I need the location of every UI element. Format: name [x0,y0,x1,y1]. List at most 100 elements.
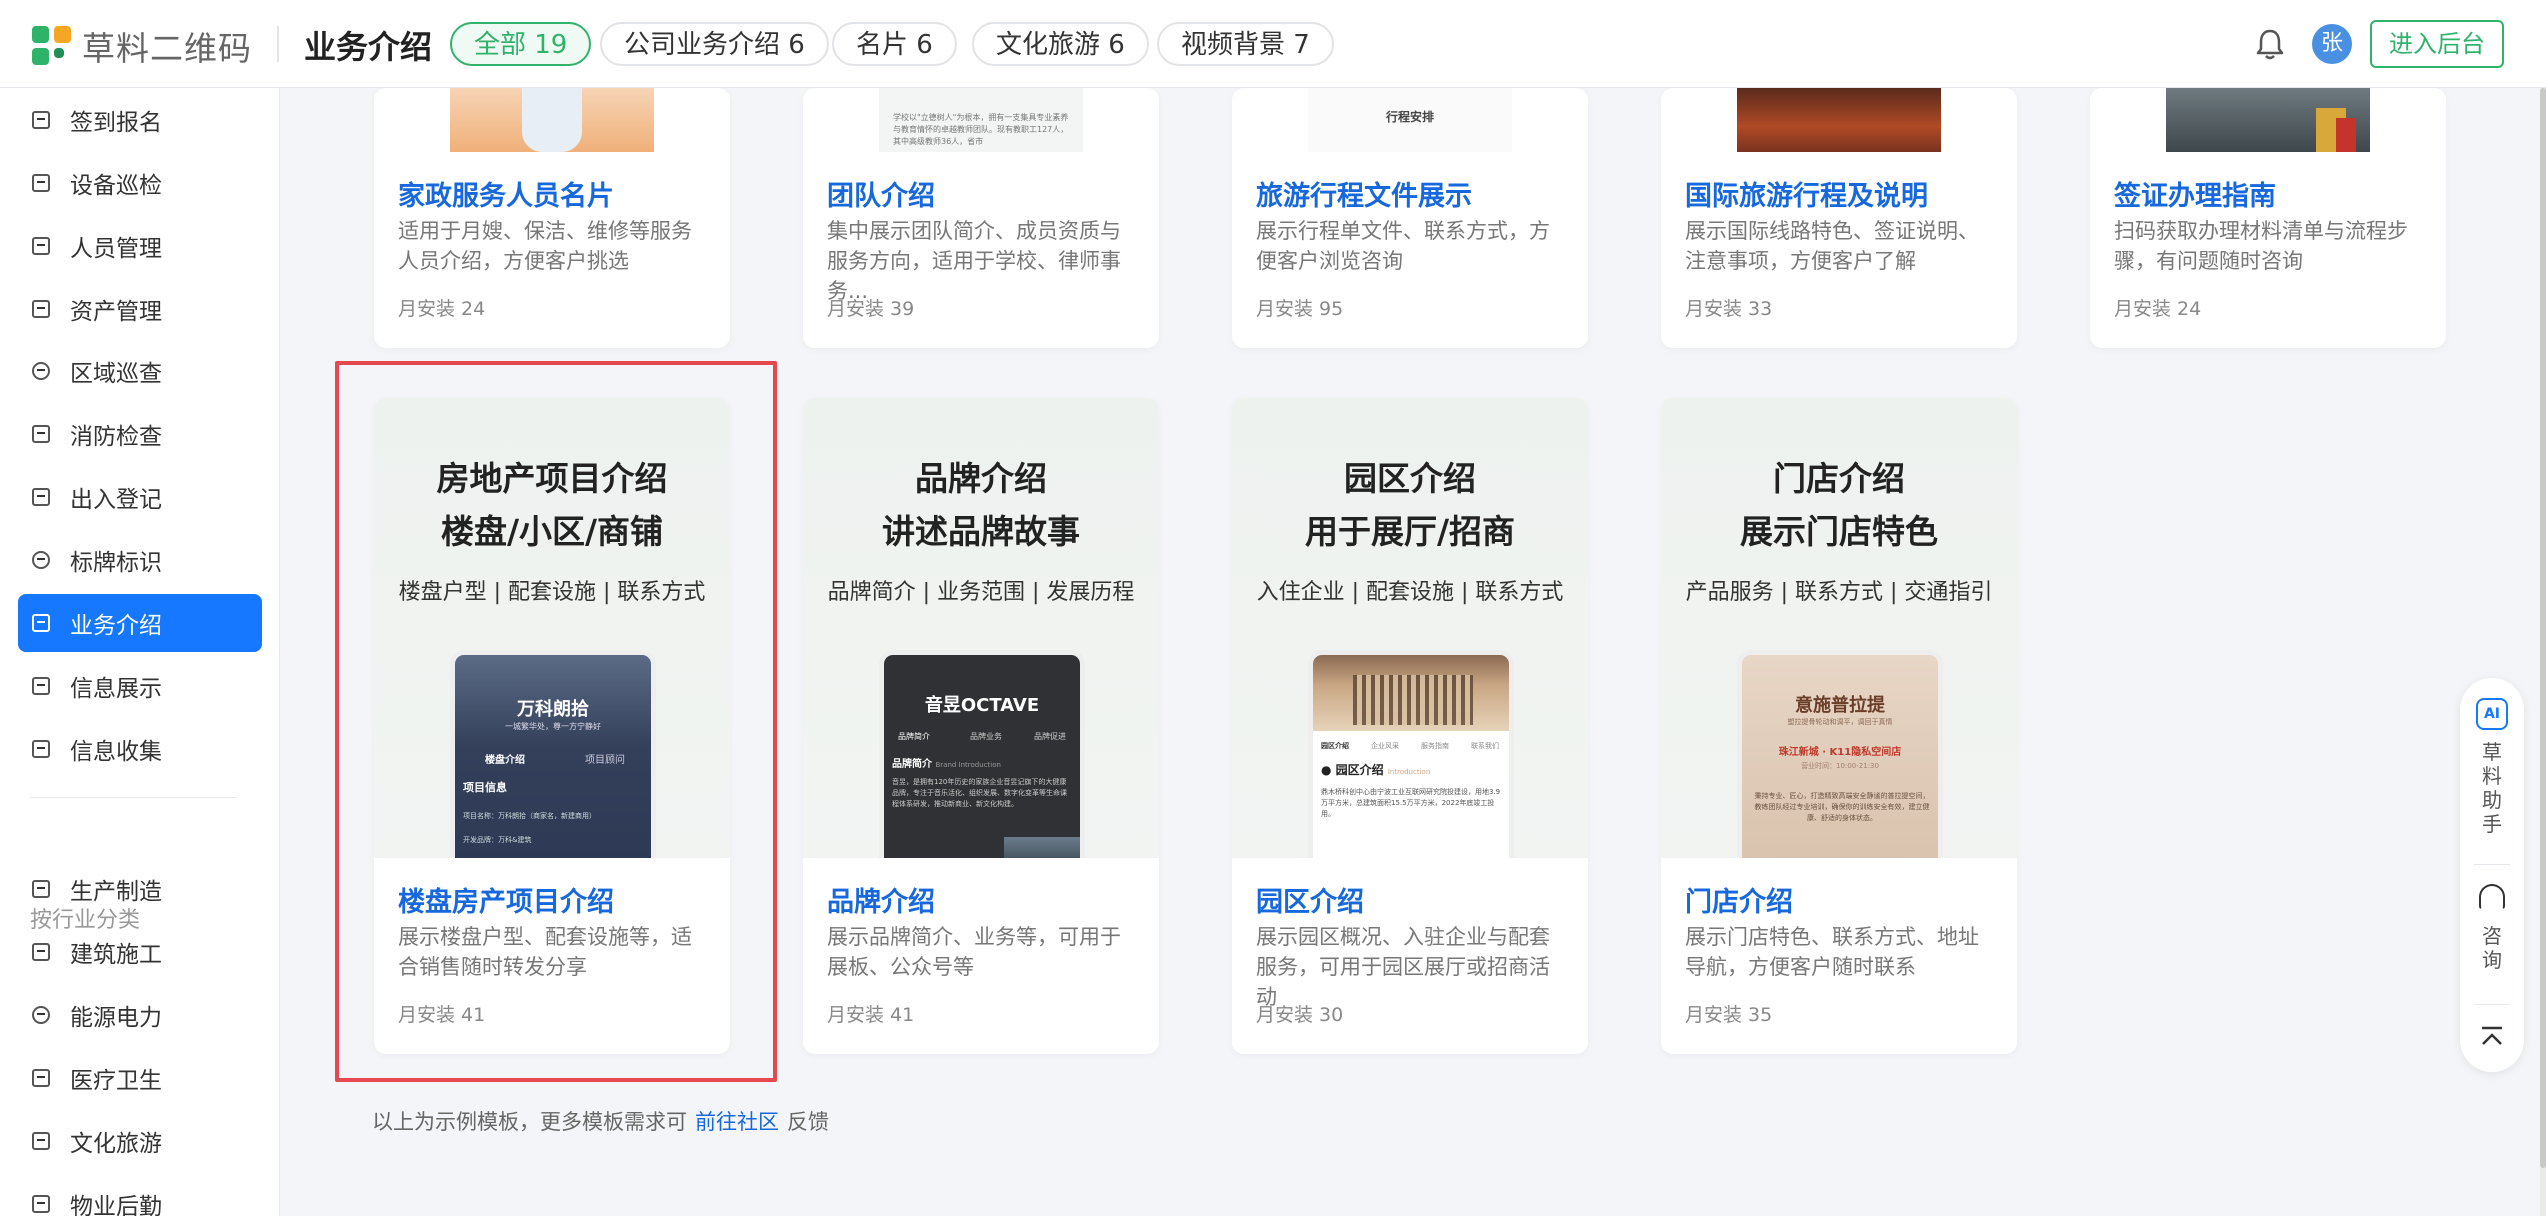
phone-tab: 服务指南 [1421,742,1449,750]
card-footer: 园区介绍 展示园区概况、入驻企业与配套服务，可用于园区展厅或招商活动 月安装 3… [1232,858,1588,1054]
community-link[interactable]: 前往社区 [695,1110,779,1134]
footer-suffix: 反馈 [787,1110,829,1134]
tab-culture-tourism[interactable]: 文化旅游 6 [972,22,1149,66]
logo[interactable]: 草料二维码 [32,22,252,70]
headset-icon[interactable] [2479,884,2505,910]
phone-store: 珠江新城 · K11隐私空间店 [1778,747,1902,758]
card-description: 展示园区概况、入驻企业与配套服务，可用于园区展厅或招商活动 [1256,925,1550,1009]
phone-tagline: 塑拉提骨轮动和调平，调回于真情 [1787,718,1893,726]
sidebar-item-business-intro[interactable]: 业务介绍 [18,594,262,652]
sidebar-item-medical[interactable]: 医疗卫生 [18,1049,262,1107]
template-card-brand[interactable]: 品牌介绍 讲述品牌故事 品牌简介 | 业务范围 | 发展历程 音昱OCTAVE … [803,398,1159,1054]
card-thumbnail: 学校以"立德树人"为根本，拥有一支集具专业素养与教育情怀的卓越教师团队。现有教职… [879,88,1083,152]
card-installs: 月安装 41 [827,1004,915,1026]
thumbnail-text: 行程安排 [1385,110,1434,124]
phone-tab: 品牌简介 [898,732,930,741]
header-divider [277,26,279,62]
sidebar-item-label: 建筑施工 [70,942,162,968]
card-thumbnail [1737,88,1941,152]
sidebar-item-label: 资产管理 [70,299,162,325]
template-card[interactable]: 学校以"立德树人"为根本，拥有一支集具专业素养与教育情怀的卓越教师团队。现有教职… [803,88,1159,348]
register-icon [32,488,50,506]
scrollbar-thumb[interactable] [2540,88,2546,1168]
tab-video-background[interactable]: 视频背景 7 [1157,22,1334,66]
sidebar-item-device-inspection[interactable]: 设备巡检 [18,154,262,212]
preview-subtitle: 楼盘户型 | 配套设施 | 联系方式 [398,580,706,605]
sidebar-item-label: 医疗卫生 [70,1068,162,1094]
phone-section-text: 品牌简介 [892,759,932,770]
enter-admin-button[interactable]: 进入后台 [2370,20,2504,68]
card-title: 团队介绍 [827,181,935,212]
template-card[interactable]: 签证办理指南 扫码获取办理材料清单与流程步骤，有问题随时咨询 月安装 24 [2090,88,2446,348]
sidebar-item-info-collect[interactable]: 信息收集 [18,720,262,778]
sidebar-item-fire-check[interactable]: 消防检查 [18,405,262,463]
sidebar-item-tourism[interactable]: 文化旅游 [18,1112,262,1170]
card-installs: 月安装 30 [1256,1004,1344,1026]
phone-preview: 音昱OCTAVE 品牌简介 品牌业务 品牌促进 品牌简介 Brand Intro… [879,650,1085,860]
toolbar-divider [2474,864,2510,865]
consult-button[interactable]: 咨询 [2460,924,2524,972]
phone-body: 鼎木桥科创中心由宁波工业互联网研究院投建设，用地3.9万平方米，总建筑面积15.… [1321,788,1501,818]
card-description: 展示品牌简介、业务等，可用于展板、公众号等 [827,925,1121,979]
template-card[interactable]: 家政服务人员名片 适用于月嫂、保洁、维修等服务人员介绍，方便客户挑选 月安装 2… [374,88,730,348]
tab-all[interactable]: 全部 19 [450,22,592,66]
card-title: 家政服务人员名片 [398,181,614,212]
sidebar-item-label: 消防检查 [70,424,162,450]
sidebar-item-signage[interactable]: 标牌标识 [18,531,262,589]
sidebar-item-energy[interactable]: 能源电力 [18,986,262,1044]
energy-icon [32,1006,50,1024]
sidebar-item-checkin[interactable]: 签到报名 [18,91,262,149]
assistant-button[interactable]: 草料助手 [2460,740,2524,836]
card-description: 展示楼盘户型、配套设施等，适合销售随时转发分享 [398,925,692,979]
sidebar-item-personnel[interactable]: 人员管理 [18,217,262,275]
card-description: 展示行程单文件、联系方式，方便客户浏览咨询 [1256,219,1550,273]
card-title: 签证办理指南 [2114,181,2276,212]
card-installs: 月安装 24 [398,298,486,320]
phone-body: 音昱，是拥有120年历史的家族企业音昱记旗下的大健康品牌，专注于音乐活化、组织发… [892,778,1067,808]
sidebar-item-assets[interactable]: 资产管理 [18,280,262,338]
back-to-top-icon[interactable] [2476,1024,2508,1050]
phone-section: 品牌简介 Brand Introduction [892,755,1001,770]
card-installs: 月安装 39 [827,298,915,320]
card-description: 集中展示团队简介、成员资质与服务方向，适用于学校、律师事务... [827,219,1121,303]
sidebar-item-label: 信息收集 [70,739,162,765]
page-scrollbar[interactable] [2540,88,2546,1216]
sidebar-item-label: 人员管理 [70,236,162,262]
phone-section-en: Introduction [1387,768,1431,776]
template-card-store[interactable]: 门店介绍 展示门店特色 产品服务 | 联系方式 | 交通指引 意施普拉提 塑拉提… [1661,398,2017,1054]
phone-tab: 品牌业务 [970,732,1002,741]
thumbnail-text: 学校以"立德树人"为根本，拥有一支集具专业素养与教育情怀的卓越教师团队。现有教职… [893,113,1069,146]
bell-icon[interactable] [2252,26,2288,62]
collect-icon [32,740,50,758]
ai-assistant-icon[interactable]: AI [2476,698,2508,730]
checkin-icon [32,111,50,129]
asset-icon [32,300,50,318]
template-card[interactable]: 行程安排 旅游行程文件展示 展示行程单文件、联系方式，方便客户浏览咨询 月安装 … [1232,88,1588,348]
phone-section-en: Brand Introduction [935,761,1001,769]
template-card-park[interactable]: 园区介绍 用于展厅/招商 入住企业 | 配套设施 | 联系方式 园区介绍 企业风… [1232,398,1588,1054]
avatar[interactable]: 张 [2312,24,2352,64]
sidebar-item-access-register[interactable]: 出入登记 [18,468,262,526]
template-card-real-estate[interactable]: 房地产项目介绍 楼盘/小区/商铺 楼盘户型 | 配套设施 | 联系方式 万科朗拾… [374,398,730,1054]
sidebar-item-label: 业务介绍 [70,613,162,639]
medical-icon [32,1069,50,1087]
card-installs: 月安装 24 [2114,298,2202,320]
card-description: 展示国际线路特色、签证说明、注意事项，方便客户了解 [1685,219,1979,273]
sidebar-item-info-display[interactable]: 信息展示 [18,657,262,715]
phone-preview: 万科朗拾 一城繁华处，尊一方宁静好 楼盘介绍 项目顾问 项目信息 项目名称：万科… [450,650,656,860]
template-card[interactable]: 国际旅游行程及说明 展示国际线路特色、签证说明、注意事项，方便客户了解 月安装 … [1661,88,2017,348]
sidebar-item-area-patrol[interactable]: 区域巡查 [18,342,262,400]
phone-tab: 品牌促进 [1034,732,1066,741]
footer-prefix: 以上为示例模板，更多模板需求可 [372,1110,687,1134]
sidebar-item-construction[interactable]: 建筑施工 [18,923,262,981]
tab-business-card[interactable]: 名片 6 [832,22,957,66]
sidebar-divider [30,797,236,798]
tab-company-intro[interactable]: 公司业务介绍 6 [600,22,829,66]
phone-preview: 园区介绍 企业风采 服务指南 联系我们 ● 园区介绍 Introduction … [1308,650,1514,860]
sidebar-item-property[interactable]: 物业后勤 [18,1175,262,1216]
sidebar-item-manufacturing[interactable]: 生产制造 [18,860,262,918]
phone-title: 意施普拉提 [1795,695,1885,716]
preview-subtitle: 入住企业 | 配套设施 | 联系方式 [1256,580,1564,605]
display-icon [32,677,50,695]
briefcase-icon [32,614,50,632]
